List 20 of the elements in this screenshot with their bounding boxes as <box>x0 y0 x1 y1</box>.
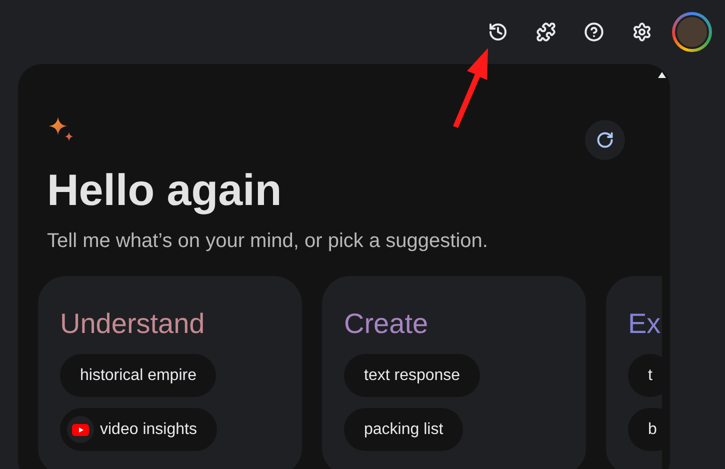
refresh-icon <box>596 131 614 149</box>
avatar[interactable] <box>672 12 712 52</box>
history-icon[interactable] <box>488 22 508 42</box>
suggestion-chip[interactable]: text response <box>344 354 480 397</box>
suggestion-chip[interactable]: t <box>628 354 662 397</box>
help-icon[interactable] <box>584 22 604 42</box>
puzzle-icon[interactable] <box>536 22 556 42</box>
card-title: Ex <box>628 307 662 341</box>
settings-icon[interactable] <box>632 22 652 42</box>
greeting-heading: Hello again <box>46 165 283 217</box>
suggestion-chip[interactable]: b <box>628 408 662 451</box>
refresh-button[interactable] <box>585 120 625 160</box>
scroll-up-icon[interactable] <box>658 72 666 78</box>
card-title: Create <box>344 307 430 341</box>
card-title: Understand <box>60 307 206 341</box>
subtitle: Tell me what’s on your mind, or pick a suggestion. <box>46 229 489 254</box>
video-icon <box>67 416 94 443</box>
suggestion-chip[interactable]: video insights <box>60 408 217 451</box>
suggestion-chip[interactable]: historical empire <box>60 354 216 397</box>
suggestion-chip[interactable]: packing list <box>344 408 464 451</box>
